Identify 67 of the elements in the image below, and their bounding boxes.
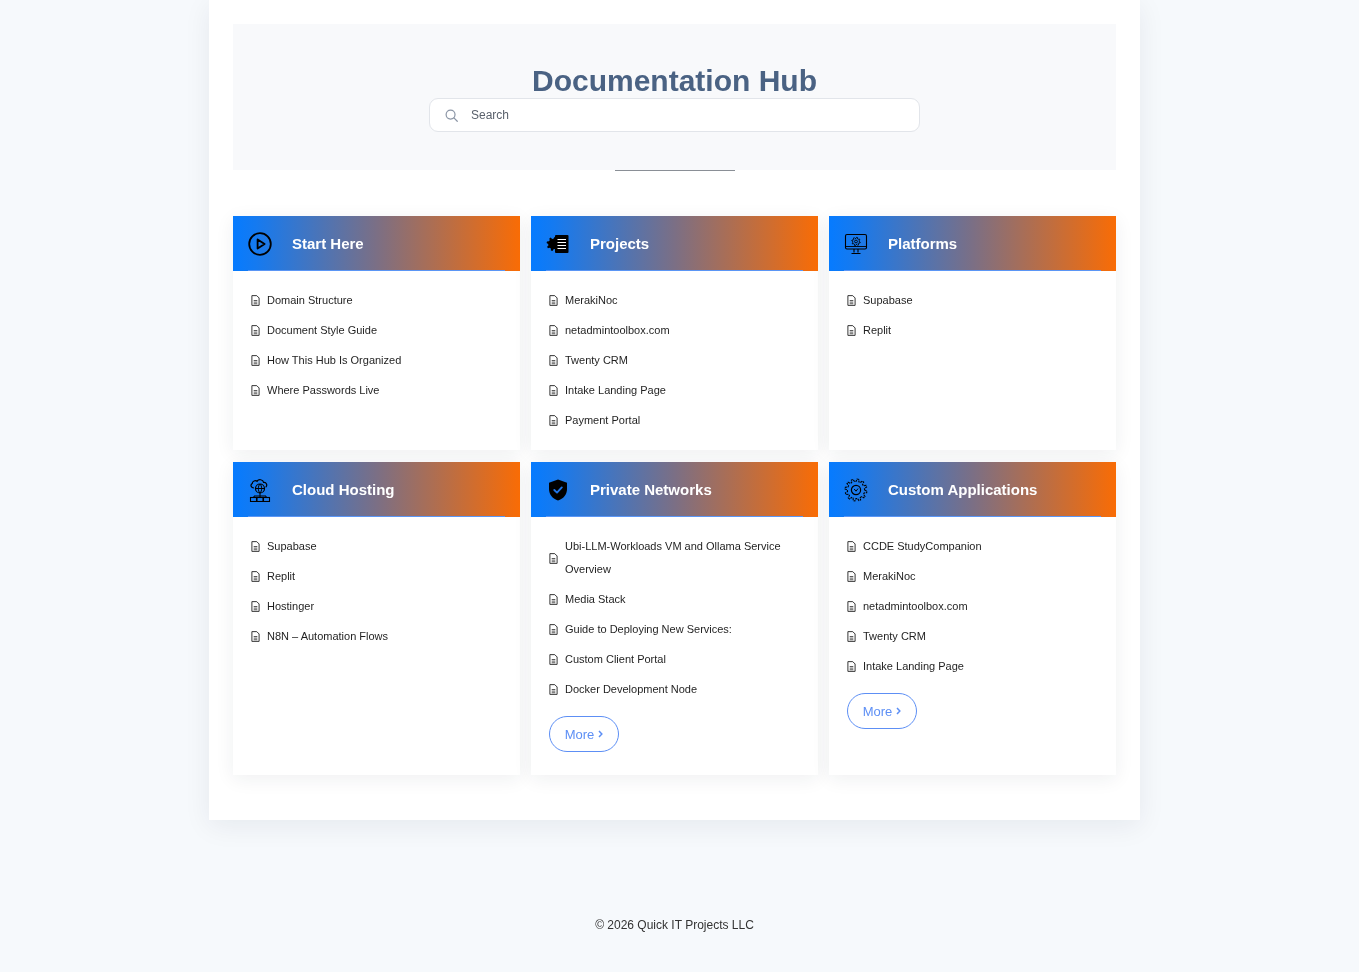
doc-link[interactable]: How This Hub Is Organized [251, 349, 402, 372]
gear-icon [844, 477, 868, 502]
doc-link[interactable]: Intake Landing Page [847, 655, 964, 678]
doc-link[interactable]: Hostinger [251, 595, 315, 618]
card-title: Private Networks [590, 479, 712, 500]
document-icon [549, 552, 558, 564]
document-icon [549, 415, 558, 426]
doc-link[interactable]: Supabase [847, 289, 913, 312]
document-icon [251, 355, 260, 366]
doc-link[interactable]: Document Style Guide [251, 319, 378, 342]
document-icon [549, 325, 558, 336]
document-icon [549, 684, 558, 695]
document-icon [847, 541, 856, 552]
document-icon [847, 631, 856, 642]
search-icon [445, 109, 458, 122]
doc-link[interactable]: MerakiNoc [549, 289, 618, 312]
chevron-right-icon [896, 707, 902, 715]
monitor-gear-icon [844, 231, 868, 256]
card-title: Platforms [888, 233, 958, 254]
doc-link[interactable]: Domain Structure [251, 289, 353, 312]
document-icon [251, 541, 260, 552]
doc-link[interactable]: N8N – Automation Flows [251, 625, 389, 648]
footer-copyright: © 2026 Quick IT Projects LLC [595, 917, 754, 933]
document-icon [251, 631, 260, 642]
document-icon [549, 594, 558, 605]
document-icon [549, 295, 558, 306]
document-icon [847, 325, 856, 336]
doc-link[interactable]: Payment Portal [549, 409, 641, 432]
card-title: Projects [590, 233, 650, 254]
doc-link[interactable]: Guide to Deploying New Services: [549, 618, 732, 641]
search-field[interactable]: Search [429, 98, 920, 132]
doc-link[interactable]: Intake Landing Page [549, 379, 666, 402]
card-title: Custom Applications [888, 479, 1038, 500]
page-title: Documentation Hub [532, 64, 817, 98]
doc-link[interactable]: Supabase [251, 535, 317, 558]
play-circle-icon [248, 231, 272, 256]
doc-link[interactable]: Media Stack [549, 588, 626, 611]
doc-link[interactable]: Replit [847, 319, 892, 342]
document-icon [549, 355, 558, 366]
doc-link[interactable]: Where Passwords Live [251, 379, 380, 402]
document-icon [847, 571, 856, 582]
doc-link[interactable]: Twenty CRM [847, 625, 926, 648]
document-icon [251, 295, 260, 306]
document-icon [549, 624, 558, 635]
shield-check-icon [546, 477, 570, 502]
document-icon [251, 601, 260, 612]
doc-link[interactable]: netadmintoolbox.com [549, 319, 670, 342]
document-icon [847, 661, 856, 672]
document-icon [549, 654, 558, 665]
doc-link[interactable]: Replit [251, 565, 296, 588]
doc-link[interactable]: MerakiNoc [847, 565, 916, 588]
doc-link[interactable]: Ubi-LLM-Workloads VM and Ollama Service Overview [549, 535, 800, 581]
document-icon [847, 601, 856, 612]
doc-link[interactable]: Docker Development Node [549, 678, 698, 701]
document-icon [251, 325, 260, 336]
document-icon [847, 295, 856, 306]
document-icon [251, 571, 260, 582]
cloud-network-icon [248, 477, 272, 502]
document-icon [549, 385, 558, 396]
doc-link[interactable]: Twenty CRM [549, 349, 628, 372]
card-title: Cloud Hosting [292, 479, 395, 500]
document-icon [251, 385, 260, 396]
doc-link[interactable]: netadmintoolbox.com [847, 595, 968, 618]
chevron-right-icon [598, 730, 604, 738]
doc-link[interactable]: Custom Client Portal [549, 648, 666, 671]
doc-link[interactable]: CCDE StudyCompanion [847, 535, 982, 558]
card-title: Start Here [292, 233, 364, 254]
